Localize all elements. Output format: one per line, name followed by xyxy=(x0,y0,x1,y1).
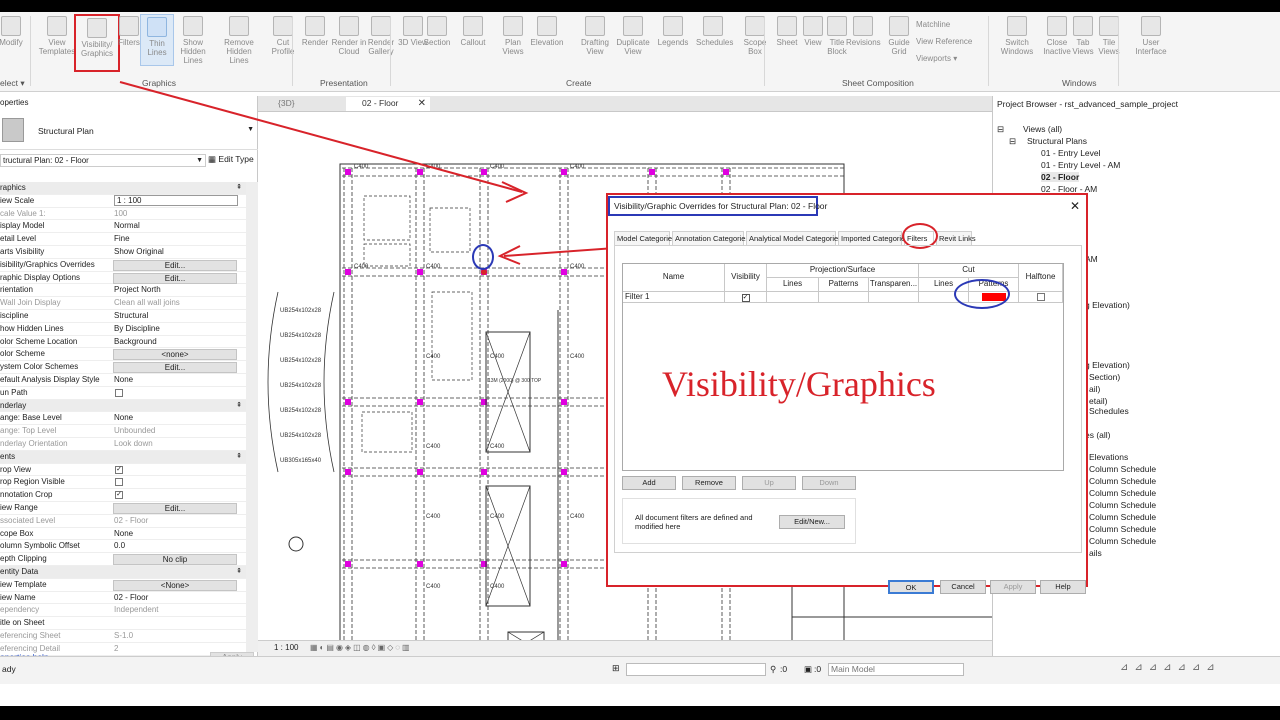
revit-window: Modify View Templates Visibility/ Graphics… xyxy=(0,12,1280,706)
highlight-circle-cut-patterns xyxy=(954,279,1010,309)
cancel-button[interactable]: Cancel xyxy=(940,580,986,594)
filters-info-text: All document filters are defined and mod… xyxy=(635,513,753,531)
header-transparency: Transparen... xyxy=(869,278,919,292)
dialog-tab-imported-categories[interactable]: Imported Categories xyxy=(838,231,909,245)
close-icon[interactable]: ✕ xyxy=(1070,199,1080,213)
ok-button[interactable]: OK xyxy=(888,580,934,594)
help-button[interactable]: Help xyxy=(1040,580,1086,594)
dialog-tab-annotation-categories[interactable]: Annotation Categories xyxy=(672,231,749,245)
visibility-checkbox[interactable]: ✓ xyxy=(741,294,750,302)
filter-row-visibility[interactable]: ✓ xyxy=(725,292,767,303)
header-name: Name xyxy=(623,264,725,292)
header-proj-patterns: Patterns xyxy=(819,278,869,292)
dialog-tab-revit-links[interactable]: Revit Links xyxy=(936,231,976,245)
overlay-caption: Visibility/Graphics xyxy=(662,364,936,404)
filters-info-box: All document filters are defined and mod… xyxy=(622,498,856,544)
filter-row-proj-lines[interactable] xyxy=(767,292,819,303)
dialog-tab-model-categories[interactable]: Model Categories xyxy=(614,231,676,245)
edit-new-button[interactable]: Edit/New... xyxy=(779,515,845,529)
header-visibility: Visibility xyxy=(725,264,767,292)
dialog-tab-analytical-model-categories[interactable]: Analytical Model Categories xyxy=(746,231,842,245)
visibility-graphics-dialog: Visibility/Graphic Overrides for Structu… xyxy=(606,193,1088,594)
highlight-circle-column xyxy=(472,244,494,270)
dialog-apply-button[interactable]: Apply xyxy=(990,580,1036,594)
add-button[interactable]: Add xyxy=(622,476,676,490)
header-cut: Cut xyxy=(919,264,1019,278)
header-projection-surface: Projection/Surface xyxy=(767,264,919,278)
halftone-checkbox[interactable] xyxy=(1036,293,1045,301)
header-proj-lines: Lines xyxy=(767,278,819,292)
filter-row-name[interactable]: Filter 1 xyxy=(623,292,725,303)
down-button[interactable]: Down xyxy=(802,476,856,490)
filter-row-halftone[interactable] xyxy=(1019,292,1063,303)
up-button[interactable]: Up xyxy=(742,476,796,490)
dialog-title: Visibility/Graphic Overrides for Structu… xyxy=(608,196,827,216)
header-halftone: Halftone xyxy=(1019,264,1063,292)
filter-row-proj-patterns[interactable] xyxy=(819,292,869,303)
filter-row-transparency[interactable] xyxy=(869,292,919,303)
remove-button[interactable]: Remove xyxy=(682,476,736,490)
